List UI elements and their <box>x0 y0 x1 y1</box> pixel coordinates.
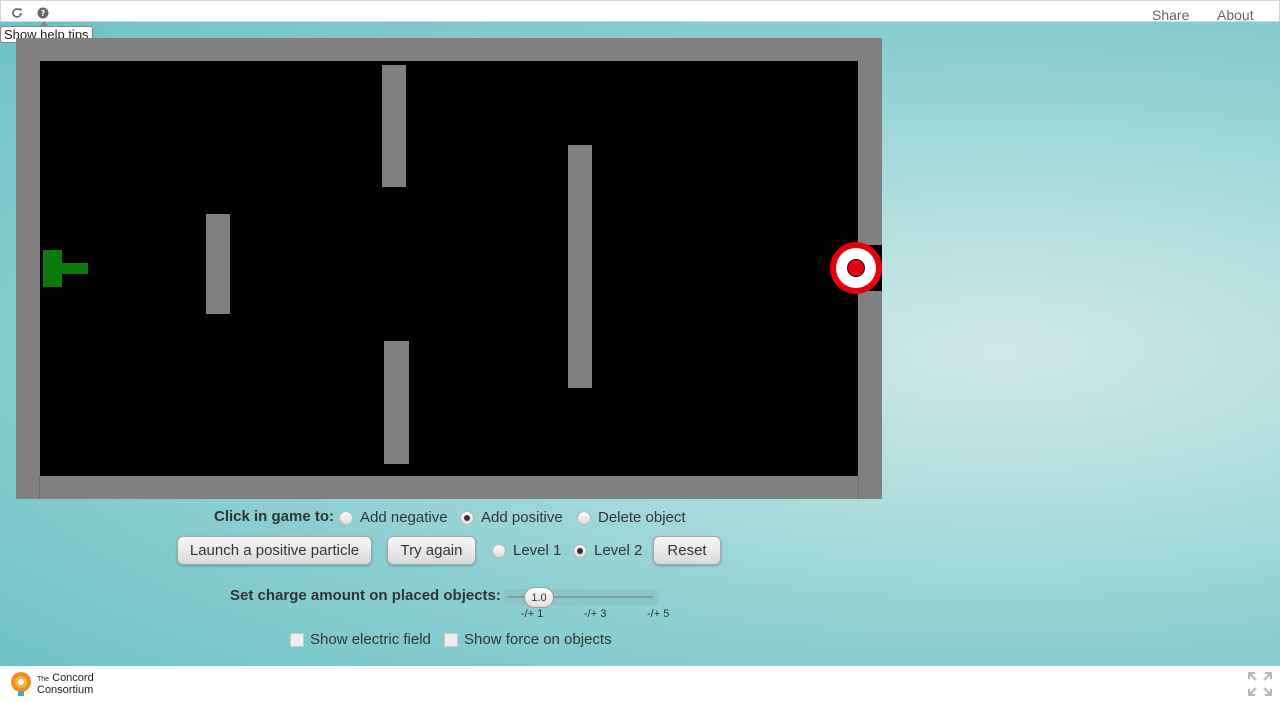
charge-amount-label: Set charge amount on placed objects: <box>230 587 501 604</box>
show-electric-field-checkbox[interactable]: Show electric field <box>290 631 431 648</box>
launcher-barrel <box>62 263 88 274</box>
charge-slider-handle[interactable]: 1.0 <box>524 587 554 608</box>
level-1-radio[interactable]: Level 1 <box>492 542 561 559</box>
radio-button[interactable] <box>460 510 474 525</box>
show-force-checkbox[interactable]: Show force on objects <box>444 631 612 648</box>
slider-tick-label: -/+ 5 <box>647 608 670 620</box>
checkbox[interactable] <box>290 632 304 647</box>
bottom-bar: The Concord Consortium <box>0 666 1280 702</box>
top-bar: ? Share About <box>0 0 1280 23</box>
obstacle-wall <box>206 214 230 314</box>
add-negative-radio[interactable]: Add negative <box>339 509 448 526</box>
game-area[interactable] <box>16 38 882 499</box>
question-circle-icon[interactable]: ? <box>37 7 49 19</box>
try-again-button[interactable]: Try again <box>387 536 476 565</box>
slider-tick-label: -/+ 1 <box>521 608 544 620</box>
lightbulb-icon <box>11 672 31 696</box>
reset-button[interactable]: Reset <box>653 536 721 565</box>
about-link[interactable]: About <box>1217 7 1254 23</box>
obstacle-wall <box>382 65 406 187</box>
concord-logo[interactable]: The Concord Consortium <box>8 670 94 698</box>
launch-particle-button[interactable]: Launch a positive particle <box>177 536 372 565</box>
corner-divider <box>39 476 40 499</box>
slider-tick-label: -/+ 3 <box>584 608 607 620</box>
radio-button[interactable] <box>573 543 587 558</box>
level-2-radio[interactable]: Level 2 <box>573 542 642 559</box>
radio-button[interactable] <box>339 510 353 525</box>
click-mode-label: Click in game to: <box>214 508 335 525</box>
obstacle-wall <box>568 145 592 388</box>
obstacle-wall <box>384 341 409 464</box>
radio-button[interactable] <box>492 543 506 558</box>
corner-divider <box>858 476 859 499</box>
target-bullseye <box>830 242 882 294</box>
share-link[interactable]: Share <box>1152 7 1189 23</box>
delete-object-radio[interactable]: Delete object <box>577 509 686 526</box>
game-field[interactable] <box>40 61 858 476</box>
checkbox[interactable] <box>444 632 458 647</box>
radio-button[interactable] <box>577 510 591 525</box>
add-positive-radio[interactable]: Add positive <box>460 509 563 526</box>
svg-text:?: ? <box>41 9 46 18</box>
reload-icon[interactable] <box>11 7 23 19</box>
particle-launcher <box>43 250 62 287</box>
fullscreen-icon[interactable] <box>1247 671 1273 697</box>
